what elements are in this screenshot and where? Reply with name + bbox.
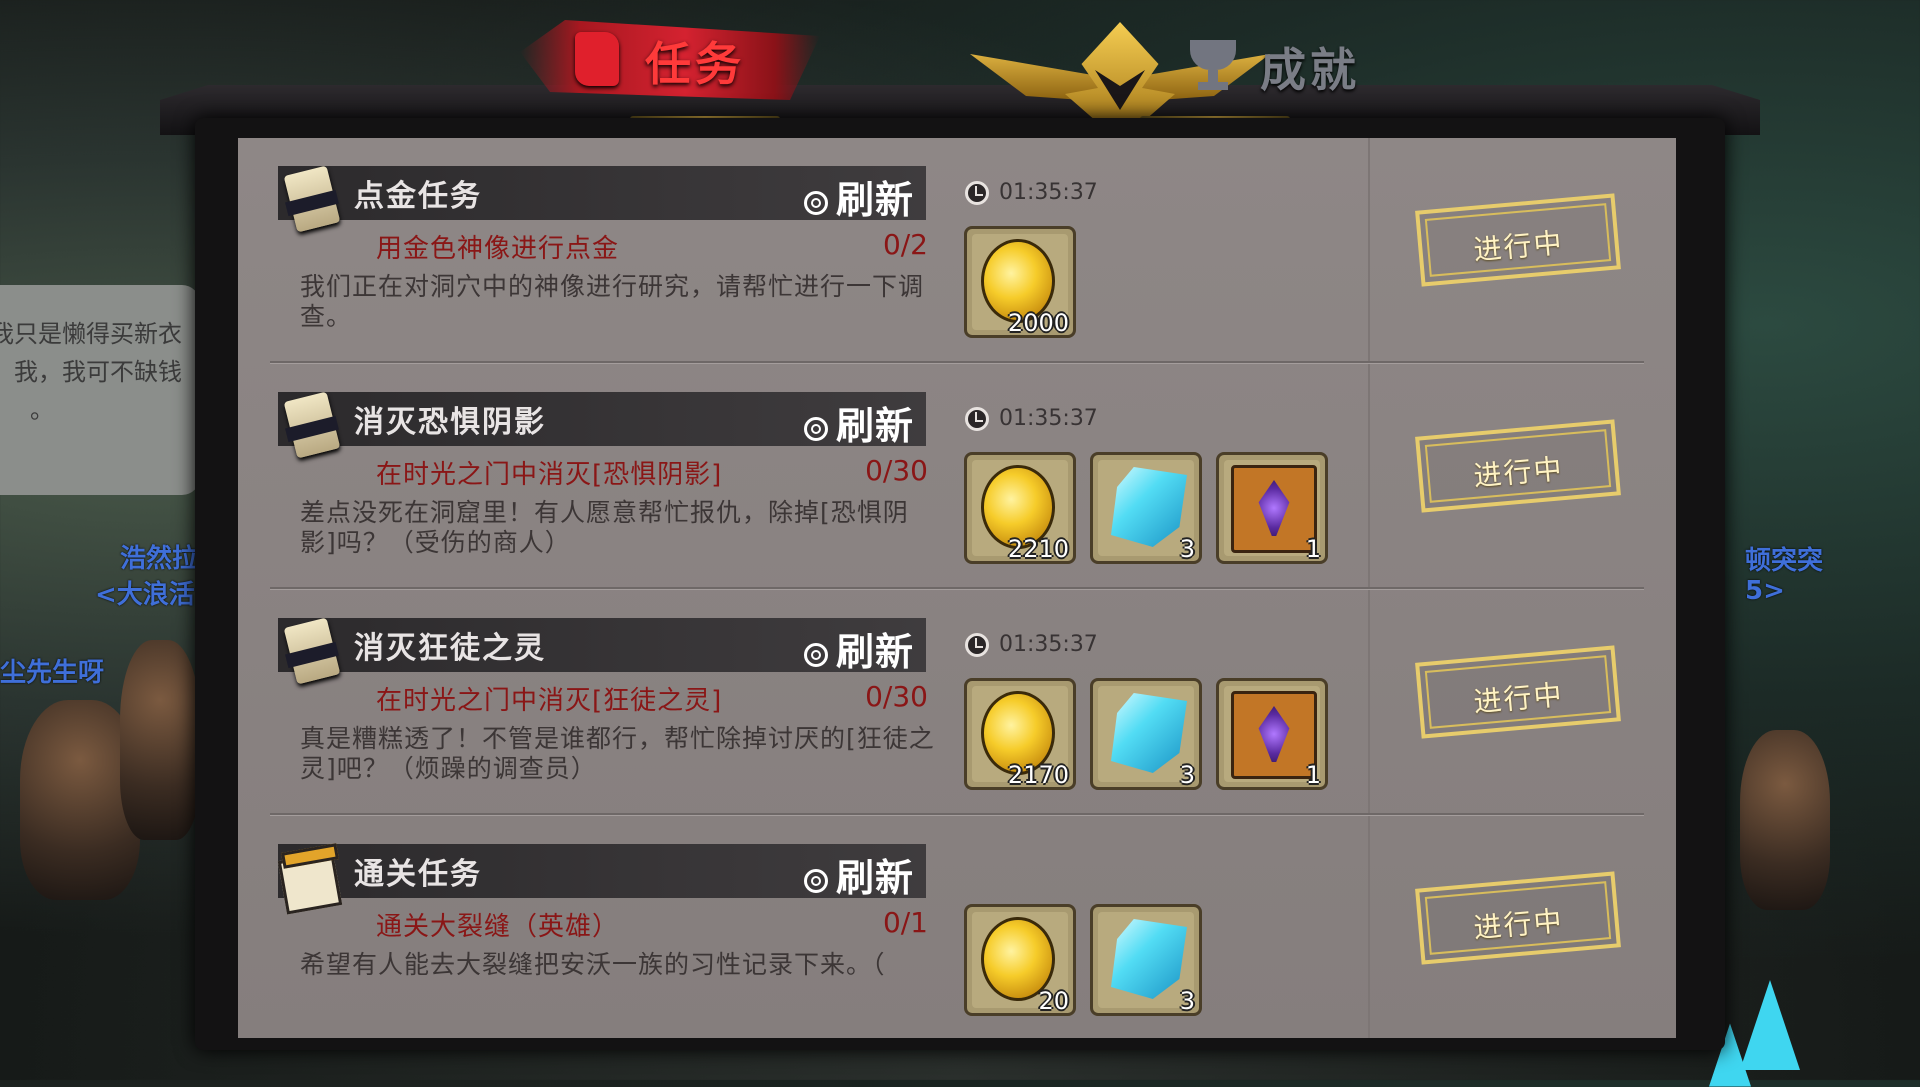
- quest-progress: 0/30: [865, 680, 928, 713]
- column-separator: [1368, 590, 1370, 816]
- reward-quantity: 3: [1179, 535, 1195, 563]
- status-label: 进行中: [1472, 452, 1565, 493]
- bubble-line: 。: [30, 396, 54, 424]
- refresh-button[interactable]: 刷新: [803, 169, 914, 224]
- player-name-label: 浩然拉: [120, 544, 199, 574]
- reward-slot[interactable]: 3: [1090, 452, 1202, 564]
- player-name-label: 顿突突: [1745, 546, 1824, 576]
- timer-text: 01:35:37: [999, 406, 1098, 431]
- status-button[interactable]: 进行中: [1415, 871, 1621, 965]
- quest-timer: 01:35:37: [965, 406, 1098, 431]
- trophy-icon: [1190, 40, 1236, 92]
- quest-objective: 通关大裂缝（英雄）: [376, 912, 620, 942]
- scroll-icon: [280, 612, 342, 692]
- quest-row: 消灭狂徒之灵 刷新 在时光之门中消灭[狂徒之灵] 0/30 真是糟糕透了！不管是…: [238, 590, 1676, 816]
- quest-progress: 0/2: [882, 228, 928, 261]
- refresh-icon: [803, 869, 828, 893]
- quest-objective: 在时光之门中消灭[狂徒之灵]: [376, 686, 723, 716]
- reward-slot[interactable]: 2000: [964, 226, 1076, 338]
- quest-progress: 0/30: [865, 454, 928, 487]
- quest-title-bar: 消灭狂徒之灵 刷新: [278, 618, 926, 674]
- quest-title: 消灭恐惧阴影: [354, 405, 546, 440]
- quest-row: 消灭恐惧阴影 刷新 在时光之门中消灭[恐惧阴影] 0/30 差点没死在洞窟里！有…: [238, 364, 1676, 590]
- reward-quantity: 1: [1305, 761, 1321, 789]
- quest-progress: 0/1: [882, 906, 928, 939]
- scroll-icon: [280, 386, 342, 466]
- status-label: 进行中: [1472, 226, 1565, 267]
- clock-icon: [965, 407, 989, 431]
- column-separator: [1368, 138, 1370, 364]
- calendar-icon: [277, 842, 343, 915]
- refresh-button[interactable]: 刷新: [803, 395, 914, 450]
- scroll-icon: [280, 160, 342, 240]
- npc-speech-bubble: 我只是懒得买新衣 ，我，我可不缺钱 。: [0, 285, 200, 495]
- refresh-icon: [803, 643, 828, 667]
- bubble-line: ，我，我可不缺钱: [0, 358, 182, 386]
- reward-quantity: 2170: [1007, 761, 1069, 789]
- reward-slot[interactable]: 20: [964, 904, 1076, 1016]
- quest-title-bar: 通关任务 刷新: [278, 844, 926, 900]
- clock-icon: [965, 181, 989, 205]
- column-separator: [1368, 816, 1370, 1038]
- reward-quantity: 3: [1179, 987, 1195, 1015]
- quest-objective: 用金色神像进行点金: [376, 234, 620, 264]
- refresh-label: 刷新: [835, 404, 914, 448]
- quest-timer: 01:35:37: [965, 632, 1098, 657]
- quest-description: 差点没死在洞窟里！有人愿意帮忙报仇，除掉[恐惧阴影]吗？（受伤的商人）: [300, 498, 909, 557]
- player-name-label: 尘先生呀: [0, 658, 105, 688]
- reward-quantity: 20: [1038, 987, 1069, 1015]
- bubble-line: 我只是懒得买新衣: [0, 320, 182, 348]
- refresh-button[interactable]: 刷新: [803, 847, 914, 902]
- reward-quantity: 2000: [1007, 309, 1069, 337]
- spellbook-icon: [1231, 465, 1317, 553]
- refresh-button[interactable]: 刷新: [803, 621, 914, 676]
- tab-achievements[interactable]: 成就: [1260, 34, 1360, 100]
- timer-text: 01:35:37: [999, 632, 1098, 657]
- reward-slot[interactable]: 3: [1090, 678, 1202, 790]
- player-name-label: 5>: [1745, 576, 1785, 606]
- status-button[interactable]: 进行中: [1415, 193, 1621, 287]
- spellbook-icon: [1231, 691, 1317, 779]
- quest-description: 我们正在对洞穴中的神像进行研究，请帮忙进行一下调查。: [300, 272, 925, 331]
- quest-description: 希望有人能去大裂缝把安沃一族的习性记录下来。（: [300, 950, 886, 979]
- status-button[interactable]: 进行中: [1415, 419, 1621, 513]
- reward-slot[interactable]: 2210: [964, 452, 1076, 564]
- clock-icon: [965, 633, 989, 657]
- reward-quantity: 3: [1179, 761, 1195, 789]
- quest-timer: 01:35:37: [965, 180, 1098, 205]
- player-name-label: <大浪活: [95, 580, 195, 610]
- timer-text: 01:35:37: [999, 180, 1098, 205]
- quest-list-panel[interactable]: 点金任务 刷新 用金色神像进行点金 0/2 我们正在对洞穴中的神像进行研究，请帮…: [238, 138, 1676, 1038]
- quest-description: 真是糟糕透了！不管是谁都行，帮忙除掉讨厌的[狂徒之灵]吧？（烦躁的调查员）: [300, 724, 935, 783]
- quest-title: 点金任务: [354, 179, 482, 214]
- refresh-icon: [803, 417, 828, 441]
- quest-title: 消灭狂徒之灵: [354, 631, 546, 666]
- reward-quantity: 1: [1305, 535, 1321, 563]
- quest-title-bar: 消灭恐惧阴影 刷新: [278, 392, 926, 448]
- column-separator: [1368, 364, 1370, 590]
- reward-slot[interactable]: 1: [1216, 678, 1328, 790]
- refresh-label: 刷新: [835, 178, 914, 222]
- status-button[interactable]: 进行中: [1415, 645, 1621, 739]
- reward-slot[interactable]: 3: [1090, 904, 1202, 1016]
- task-scroll-icon: [575, 32, 619, 86]
- quest-title-bar: 点金任务 刷新: [278, 166, 926, 222]
- refresh-label: 刷新: [835, 630, 914, 674]
- reward-slot[interactable]: 1: [1216, 452, 1328, 564]
- reward-quantity: 2210: [1007, 535, 1069, 563]
- quest-title: 通关任务: [354, 857, 482, 892]
- npc-character[interactable]: [1740, 730, 1830, 910]
- quest-row: 点金任务 刷新 用金色神像进行点金 0/2 我们正在对洞穴中的神像进行研究，请帮…: [238, 138, 1676, 364]
- reward-slot[interactable]: 2170: [964, 678, 1076, 790]
- npc-character[interactable]: [120, 640, 200, 840]
- refresh-label: 刷新: [835, 856, 914, 900]
- status-label: 进行中: [1472, 678, 1565, 719]
- quest-row: 通关任务 刷新 通关大裂缝（英雄） 0/1 希望有人能去大裂缝把安沃一族的习性记…: [238, 816, 1676, 1038]
- status-label: 进行中: [1472, 904, 1565, 945]
- quest-objective: 在时光之门中消灭[恐惧阴影]: [376, 460, 723, 490]
- refresh-icon: [803, 191, 828, 215]
- tab-tasks[interactable]: 任务: [645, 28, 745, 94]
